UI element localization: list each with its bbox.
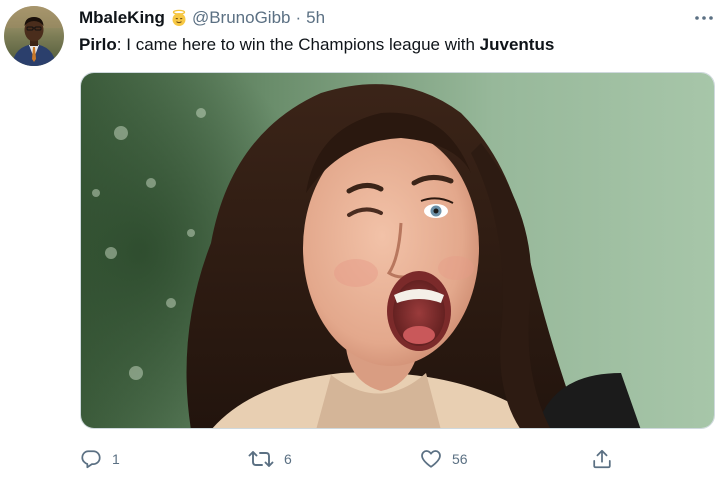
user-handle[interactable]: @BrunoGibb (192, 8, 291, 28)
angel-face-emoji-icon (170, 9, 188, 27)
like-button[interactable]: 56 (420, 446, 468, 472)
like-count: 56 (452, 451, 468, 467)
retweet-count: 6 (284, 451, 292, 467)
tweet-text-speaker: Pirlo (79, 35, 117, 54)
reply-count: 1 (112, 451, 120, 467)
separator-dot: · (295, 8, 302, 27)
share-upload-icon (591, 448, 613, 470)
reply-bubble-icon (80, 448, 102, 470)
tweet-text-body: I came here to win the Champions league … (121, 35, 480, 54)
more-horizontal-icon (694, 15, 714, 21)
display-name[interactable]: MbaleKing (79, 8, 165, 28)
reply-button[interactable]: 1 (80, 446, 120, 472)
tweet-header: MbaleKing @BrunoGibb · 5h (79, 7, 325, 29)
tweet-timestamp[interactable]: 5h (306, 8, 325, 28)
tweet-card[interactable]: MbaleKing @BrunoGibb · 5h Pirlo: I came … (0, 0, 720, 480)
avatar[interactable] (4, 6, 64, 66)
tweet-text-emphasis: Juventus (479, 35, 555, 54)
tweet-text: Pirlo: I came here to win the Champions … (79, 35, 554, 55)
share-button[interactable] (591, 446, 613, 472)
retweet-button[interactable]: 6 (248, 446, 292, 472)
retweet-icon (248, 448, 274, 470)
more-options-button[interactable] (690, 8, 718, 28)
heart-icon (420, 448, 442, 470)
tweet-media-photo[interactable] (80, 72, 715, 429)
